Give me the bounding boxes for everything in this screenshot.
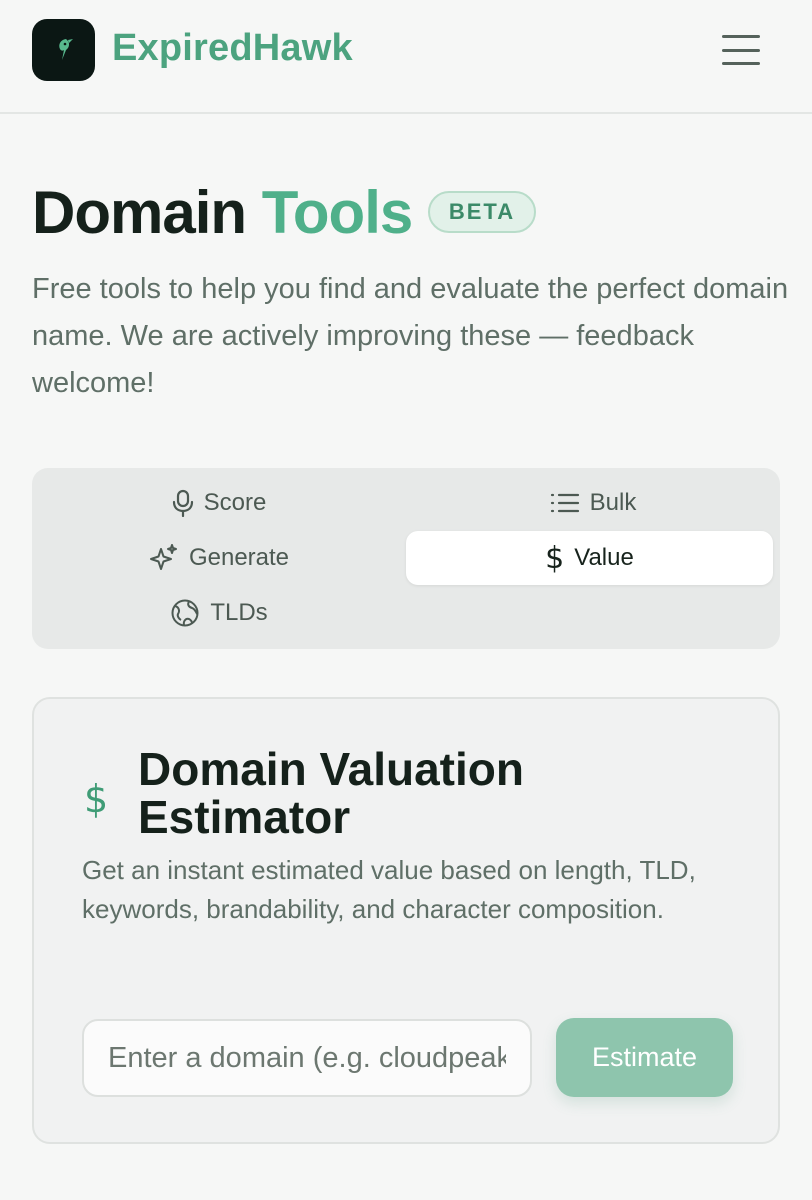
tab-generate[interactable]: Generate bbox=[32, 531, 406, 585]
tab-tlds-label: TLDs bbox=[210, 599, 268, 626]
logo[interactable] bbox=[32, 19, 95, 81]
tab-bulk[interactable]: Bulk bbox=[406, 476, 780, 530]
page-title-main: Domain bbox=[32, 179, 247, 246]
top-header: ExpiredHawk bbox=[0, 0, 812, 114]
tab-generate-label: Generate bbox=[188, 544, 290, 571]
page-title-accent: Tools bbox=[261, 179, 414, 246]
tab-tlds[interactable]: TLDs bbox=[32, 586, 406, 640]
beta-badge: BETA bbox=[428, 191, 536, 233]
microphone-icon bbox=[172, 489, 193, 517]
tab-value-label: Value bbox=[574, 544, 634, 571]
tab-bulk-label: Bulk bbox=[589, 489, 637, 516]
globe-icon bbox=[171, 599, 199, 627]
card-description: Get an instant estimated value based on … bbox=[82, 855, 696, 924]
valuation-card: $ Domain Valuation Estimator Get an inst… bbox=[32, 697, 780, 1144]
hawk-icon bbox=[58, 39, 73, 60]
domain-input[interactable] bbox=[82, 1019, 532, 1097]
tab-value[interactable]: $ Value bbox=[406, 531, 773, 585]
sparkles-icon bbox=[149, 544, 177, 570]
list-icon bbox=[550, 493, 579, 513]
page-title: Domain Tools bbox=[32, 178, 414, 247]
card-title: Domain Valuation Estimator bbox=[138, 743, 524, 843]
estimate-button[interactable]: Estimate bbox=[556, 1018, 733, 1097]
page-subtitle: Free tools to help you find and evaluate… bbox=[32, 273, 789, 399]
hamburger-menu-icon[interactable] bbox=[720, 32, 762, 68]
dollar-icon: $ bbox=[545, 540, 565, 576]
brand-name[interactable]: ExpiredHawk bbox=[112, 27, 353, 70]
dollar-icon: $ bbox=[84, 777, 109, 821]
tab-score[interactable]: Score bbox=[32, 476, 406, 530]
tab-score-label: Score bbox=[203, 489, 267, 516]
tool-tabs: Score Bulk Generate $ Value TLDs bbox=[32, 468, 780, 649]
